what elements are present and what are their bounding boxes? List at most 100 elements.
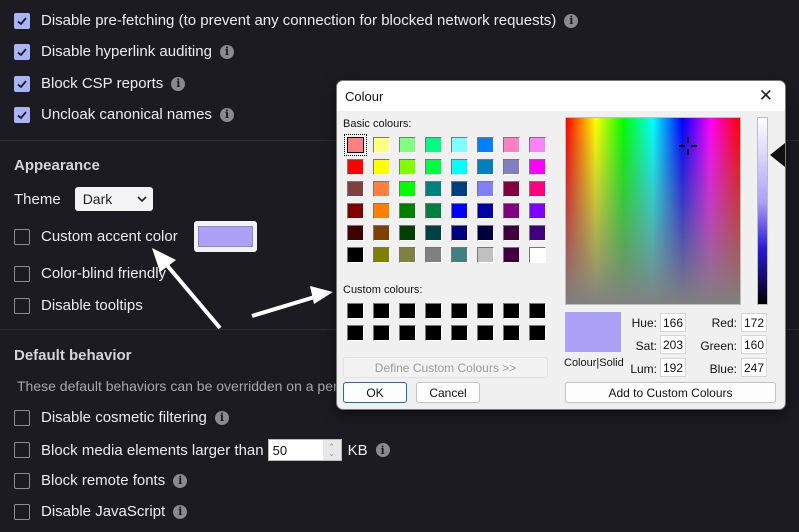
custom-colour-swatch[interactable] [529, 325, 546, 341]
basic-colour-swatch[interactable] [529, 137, 546, 153]
luminance-slider[interactable] [757, 117, 768, 305]
checkbox-unchecked[interactable] [14, 503, 30, 520]
basic-colour-swatch[interactable] [425, 247, 442, 263]
basic-colour-swatch[interactable] [425, 181, 442, 197]
add-to-custom-colours-button[interactable]: Add to Custom Colours [565, 382, 776, 403]
media-size-input[interactable]: 50 ⌃ ⌄ [267, 439, 342, 461]
basic-colour-swatch[interactable] [373, 137, 390, 153]
basic-colour-swatch[interactable] [451, 247, 468, 263]
checkbox-unchecked[interactable] [14, 265, 30, 282]
basic-colour-swatch[interactable] [399, 181, 416, 197]
basic-colour-swatch[interactable] [399, 137, 416, 153]
custom-colour-swatch[interactable] [451, 303, 468, 319]
checkbox-unchecked[interactable] [14, 409, 30, 426]
custom-colour-swatch[interactable] [399, 303, 416, 319]
custom-colour-swatch[interactable] [347, 325, 364, 341]
setting-disable-cosmetic-filtering[interactable]: Disable cosmetic filtering i [14, 409, 229, 426]
basic-colour-swatch[interactable] [373, 159, 390, 175]
info-icon[interactable]: i [564, 13, 579, 28]
colour-spectrum[interactable] [565, 117, 741, 305]
spinner-arrows-icon[interactable]: ⌃ ⌄ [322, 440, 341, 460]
info-icon[interactable]: i [219, 44, 234, 59]
info-icon[interactable]: i [375, 443, 390, 457]
basic-colour-swatch[interactable] [399, 159, 416, 175]
setting-disable-hyperlink-auditing[interactable]: Disable hyperlink auditing i [14, 43, 234, 60]
basic-colour-swatch[interactable] [399, 225, 416, 241]
blue-field[interactable]: 247 [741, 358, 767, 377]
setting-disable-javascript[interactable]: Disable JavaScript i [14, 503, 188, 520]
theme-select[interactable]: Dark [74, 187, 153, 211]
custom-colour-swatch[interactable] [503, 325, 520, 341]
basic-colour-swatch[interactable] [477, 225, 494, 241]
checkbox-checked[interactable] [14, 106, 30, 123]
basic-colour-swatch[interactable] [399, 247, 416, 263]
basic-colour-swatch[interactable] [451, 203, 468, 219]
info-icon[interactable]: i [173, 504, 188, 519]
basic-colour-swatch[interactable] [347, 225, 364, 241]
basic-colour-swatch[interactable] [425, 137, 442, 153]
basic-colour-swatch[interactable] [399, 203, 416, 219]
basic-colour-swatch[interactable] [529, 159, 546, 175]
custom-colour-swatch[interactable] [373, 303, 390, 319]
basic-colour-swatch[interactable] [373, 247, 390, 263]
basic-colour-swatch[interactable] [347, 247, 364, 263]
setting-color-blind-friendly[interactable]: Color-blind friendly [14, 265, 166, 282]
setting-block-large-media[interactable]: Block media elements larger than 50 ⌃ ⌄ K… [14, 439, 390, 461]
setting-disable-tooltips[interactable]: Disable tooltips [14, 297, 143, 314]
custom-colour-swatch[interactable] [373, 325, 390, 341]
setting-disable-prefetching[interactable]: Disable pre-fetching (to prevent any con… [14, 12, 579, 29]
basic-colour-swatch[interactable] [503, 181, 520, 197]
red-field[interactable]: 172 [741, 313, 767, 332]
basic-colour-swatch[interactable] [451, 225, 468, 241]
basic-colour-swatch[interactable] [477, 159, 494, 175]
basic-colour-swatch[interactable] [425, 159, 442, 175]
setting-block-csp-reports[interactable]: Block CSP reports i [14, 75, 186, 92]
info-icon[interactable]: i [214, 410, 229, 425]
luminance-slider-handle[interactable] [770, 143, 785, 167]
basic-colour-swatch[interactable] [503, 137, 520, 153]
basic-colour-swatch[interactable] [529, 181, 546, 197]
basic-colour-swatch[interactable] [451, 159, 468, 175]
basic-colour-swatch[interactable] [425, 203, 442, 219]
custom-colour-swatch[interactable] [477, 325, 494, 341]
cancel-button[interactable]: Cancel [416, 382, 480, 403]
checkbox-checked[interactable] [14, 12, 30, 29]
lum-field[interactable]: 192 [660, 358, 686, 377]
hue-field[interactable]: 166 [660, 313, 686, 332]
sat-field[interactable]: 203 [660, 335, 686, 354]
basic-colour-swatch[interactable] [477, 181, 494, 197]
basic-colour-swatch[interactable] [503, 225, 520, 241]
checkbox-unchecked[interactable] [14, 297, 30, 314]
green-field[interactable]: 160 [741, 335, 767, 354]
define-custom-colours-button[interactable]: Define Custom Colours >> [343, 357, 548, 378]
basic-colour-swatch[interactable] [373, 225, 390, 241]
checkbox-unchecked[interactable] [14, 228, 30, 245]
checkbox-checked[interactable] [14, 43, 30, 60]
custom-colour-swatch[interactable] [347, 303, 364, 319]
basic-colour-swatch[interactable] [529, 203, 546, 219]
basic-colour-swatch[interactable] [344, 134, 367, 156]
basic-colour-swatch[interactable] [373, 181, 390, 197]
custom-colour-swatch[interactable] [529, 303, 546, 319]
checkbox-checked[interactable] [14, 75, 30, 92]
basic-colour-swatch[interactable] [503, 203, 520, 219]
info-icon[interactable]: i [173, 473, 188, 488]
close-icon[interactable]: ✕ [759, 86, 773, 106]
custom-colour-swatch[interactable] [477, 303, 494, 319]
basic-colour-swatch[interactable] [451, 181, 468, 197]
custom-colour-swatch[interactable] [399, 325, 416, 341]
custom-colour-swatch[interactable] [451, 325, 468, 341]
basic-colour-swatch[interactable] [503, 247, 520, 263]
info-icon[interactable]: i [171, 76, 186, 91]
checkbox-unchecked[interactable] [14, 442, 30, 458]
basic-colour-swatch[interactable] [477, 247, 494, 263]
basic-colour-swatch[interactable] [373, 203, 390, 219]
basic-colour-swatch[interactable] [529, 225, 546, 241]
custom-colour-swatch[interactable] [425, 325, 442, 341]
accent-color-picker-button[interactable] [193, 221, 257, 252]
basic-colour-swatch[interactable] [503, 159, 520, 175]
basic-colour-swatch[interactable] [477, 137, 494, 153]
setting-custom-accent-color[interactable]: Custom accent color [14, 221, 257, 252]
basic-colour-swatch[interactable] [347, 203, 364, 219]
setting-uncloak-canonical-names[interactable]: Uncloak canonical names i [14, 106, 234, 123]
